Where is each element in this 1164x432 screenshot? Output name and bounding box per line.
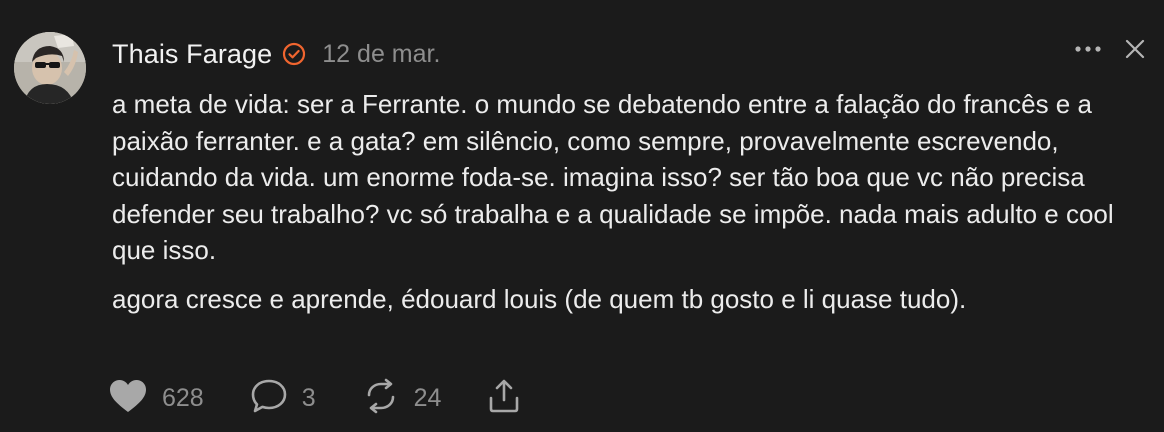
post-paragraph: a meta de vida: ser a Ferrante. o mundo … <box>112 89 1114 265</box>
heart-icon <box>108 378 148 419</box>
comment-bubble-icon <box>250 378 288 419</box>
more-options-icon[interactable] <box>1074 45 1102 53</box>
post-paragraph: agora cresce e aprende, édouard louis (d… <box>112 283 967 314</box>
post-action-bar: 628 3 24 <box>108 378 567 419</box>
author-name[interactable]: Thais Farage <box>112 39 272 70</box>
repost-button[interactable]: 24 <box>362 378 442 419</box>
repost-count: 24 <box>413 384 442 412</box>
post-top-actions <box>1074 38 1146 60</box>
reply-button[interactable]: 3 <box>250 378 316 419</box>
verified-badge-icon <box>282 42 306 66</box>
close-icon[interactable] <box>1124 38 1146 60</box>
post-body: a meta de vida: ser a Ferrante. o mundo … <box>112 86 1152 317</box>
post-date[interactable]: 12 de mar. <box>322 40 440 69</box>
post-header: Thais Farage 12 de mar. <box>112 36 440 72</box>
reply-count: 3 <box>301 384 316 412</box>
repost-icon <box>362 378 400 419</box>
share-icon <box>487 378 521 419</box>
share-button[interactable] <box>487 378 521 419</box>
like-button[interactable]: 628 <box>108 378 204 419</box>
post-card: Thais Farage 12 de mar. a meta de vida: … <box>0 0 1164 432</box>
avatar[interactable] <box>14 32 86 104</box>
avatar-image <box>14 32 86 104</box>
like-count: 628 <box>162 384 204 412</box>
